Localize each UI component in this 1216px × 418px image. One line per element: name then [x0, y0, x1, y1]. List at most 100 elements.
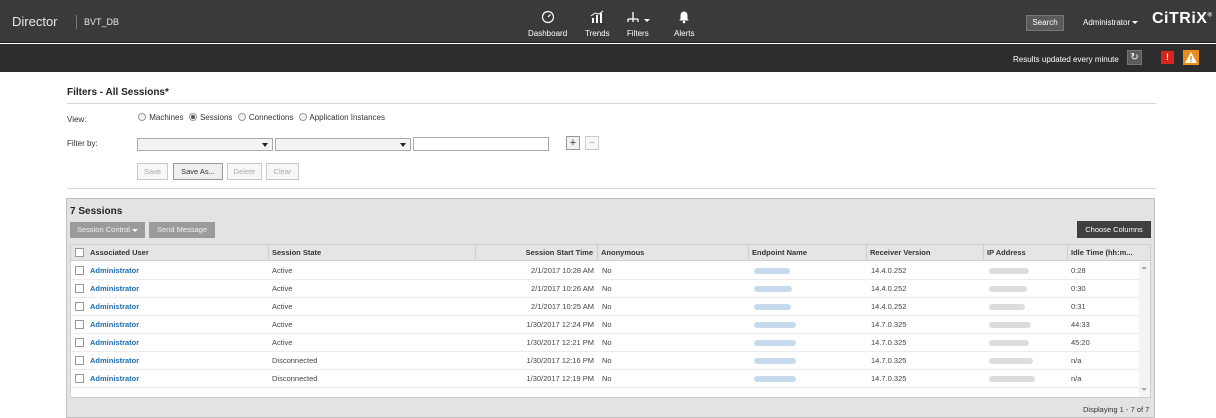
- nav-filters-label: Filters: [626, 29, 649, 38]
- select-all-checkbox[interactable]: [75, 248, 84, 257]
- filter-operator-select[interactable]: [275, 138, 411, 151]
- view-option-application-instances[interactable]: Application Instances: [298, 113, 385, 122]
- anonymous-value: No: [602, 356, 612, 365]
- associated-user-link[interactable]: Administrator: [90, 280, 139, 298]
- endpoint-name-redacted: [754, 358, 796, 364]
- view-option-machines[interactable]: Machines: [138, 113, 183, 122]
- session-state: Active: [272, 320, 293, 329]
- endpoint-name-redacted: [754, 304, 791, 310]
- filter-value-input[interactable]: [413, 137, 549, 151]
- receiver-version: 14.7.0.325: [871, 338, 907, 347]
- save-as-button[interactable]: Save As...: [173, 163, 223, 180]
- row-checkbox[interactable]: [75, 338, 84, 347]
- nav-trends[interactable]: Trends: [585, 10, 610, 38]
- session-start-time: 1/30/2017 12:16 PM: [526, 356, 594, 365]
- remove-filter-button[interactable]: −: [585, 136, 599, 150]
- add-filter-button[interactable]: +: [566, 136, 580, 150]
- nav-alerts[interactable]: Alerts: [674, 10, 694, 38]
- row-checkbox[interactable]: [75, 266, 84, 275]
- view-option-connections[interactable]: Connections: [237, 113, 293, 122]
- session-control-menu[interactable]: Session Control: [70, 222, 145, 238]
- view-option-sessions[interactable]: Sessions: [188, 113, 232, 122]
- table-scrollbar[interactable]: [1139, 262, 1150, 397]
- site-name: BVT_DB: [84, 17, 120, 27]
- column-endpoint-name[interactable]: Endpoint Name: [749, 245, 867, 261]
- status-bar: Results updated every minute ↻ !: [0, 44, 1216, 72]
- column-anonymous[interactable]: Anonymous: [598, 245, 749, 261]
- receiver-version: 14.4.0.252: [871, 284, 907, 293]
- radio-application-instances[interactable]: [298, 113, 307, 121]
- warning-alert-icon[interactable]: [1183, 50, 1199, 65]
- filter-field-select[interactable]: [137, 138, 273, 151]
- session-state: Disconnected: [272, 374, 318, 383]
- associated-user-link[interactable]: Administrator: [90, 316, 139, 334]
- scroll-down-icon[interactable]: [1141, 388, 1147, 391]
- receiver-version: 14.4.0.252: [871, 302, 907, 311]
- column-idle-time[interactable]: Idle Time (hh:m...: [1068, 245, 1150, 261]
- delete-button[interactable]: Delete: [227, 163, 262, 180]
- associated-user-link[interactable]: Administrator: [90, 352, 139, 370]
- column-ip-address[interactable]: IP Address: [984, 245, 1068, 261]
- session-state: Active: [272, 302, 293, 311]
- chevron-down-icon: [400, 143, 406, 147]
- send-message-button[interactable]: Send Message: [149, 222, 215, 238]
- save-button[interactable]: Save: [137, 163, 168, 180]
- table-row[interactable]: Administrator Active 1/30/2017 12:21 PM …: [71, 334, 1139, 352]
- bell-icon: [674, 10, 694, 26]
- column-session-start-time[interactable]: Session Start Time: [476, 245, 598, 261]
- row-checkbox[interactable]: [75, 374, 84, 383]
- table-row[interactable]: Administrator Active 2/1/2017 10:25 AM N…: [71, 298, 1139, 316]
- ip-address-redacted: [989, 268, 1029, 274]
- row-checkbox[interactable]: [75, 320, 84, 329]
- update-interval-text: Results updated every minute: [1013, 55, 1119, 64]
- session-start-time: 1/30/2017 12:21 PM: [526, 338, 594, 347]
- nav-dashboard[interactable]: Dashboard: [528, 10, 567, 38]
- session-state: Active: [272, 266, 293, 275]
- row-checkbox[interactable]: [75, 284, 84, 293]
- associated-user-link[interactable]: Administrator: [90, 370, 139, 388]
- filter-by-label: Filter by:: [67, 139, 98, 148]
- clear-button[interactable]: Clear: [266, 163, 299, 180]
- receiver-version: 14.7.0.325: [871, 320, 907, 329]
- divider: [67, 103, 1156, 104]
- radio-sessions[interactable]: [188, 113, 197, 121]
- table-row[interactable]: Administrator Active 2/1/2017 10:26 AM N…: [71, 280, 1139, 298]
- choose-columns-button[interactable]: Choose Columns: [1077, 221, 1151, 238]
- table-row[interactable]: Administrator Active 1/30/2017 12:24 PM …: [71, 316, 1139, 334]
- associated-user-link[interactable]: Administrator: [90, 262, 139, 280]
- ip-address-redacted: [989, 340, 1029, 346]
- endpoint-name-redacted: [754, 268, 790, 274]
- chevron-down-icon: [643, 19, 650, 23]
- associated-user-link[interactable]: Administrator: [90, 298, 139, 316]
- session-state: Disconnected: [272, 356, 318, 365]
- column-session-state[interactable]: Session State: [269, 245, 476, 261]
- user-menu-label: Administrator: [1083, 18, 1131, 27]
- endpoint-name-redacted: [754, 322, 796, 328]
- table-row[interactable]: Administrator Disconnected 1/30/2017 12:…: [71, 352, 1139, 370]
- idle-time: n/a: [1071, 374, 1082, 383]
- endpoint-name-redacted: [754, 286, 792, 292]
- nav-trends-label: Trends: [585, 29, 610, 38]
- row-checkbox[interactable]: [75, 302, 84, 311]
- table-row[interactable]: Administrator Disconnected 1/30/2017 12:…: [71, 370, 1139, 388]
- refresh-button[interactable]: ↻: [1127, 50, 1142, 65]
- critical-alert-icon[interactable]: !: [1161, 51, 1174, 64]
- user-menu[interactable]: Administrator: [1083, 18, 1139, 27]
- scroll-up-icon[interactable]: [1141, 266, 1147, 269]
- column-receiver-version[interactable]: Receiver Version: [867, 245, 984, 261]
- search-button[interactable]: Search: [1026, 15, 1064, 31]
- radio-machines[interactable]: [138, 113, 146, 121]
- radio-connections[interactable]: [237, 113, 246, 121]
- endpoint-name-redacted: [754, 340, 796, 346]
- row-checkbox[interactable]: [75, 356, 84, 365]
- nav-filters[interactable]: Filters: [626, 10, 650, 38]
- column-associated-user[interactable]: Associated User: [87, 245, 269, 261]
- table-header: Associated User Session State Session St…: [71, 245, 1150, 261]
- anonymous-value: No: [602, 302, 612, 311]
- title-divider: [76, 15, 77, 29]
- session-state: Active: [272, 338, 293, 347]
- idle-time: 44:33: [1071, 320, 1090, 329]
- table-row[interactable]: Administrator Active 2/1/2017 10:28 AM N…: [71, 262, 1139, 280]
- chevron-down-icon: [132, 228, 139, 232]
- associated-user-link[interactable]: Administrator: [90, 334, 139, 352]
